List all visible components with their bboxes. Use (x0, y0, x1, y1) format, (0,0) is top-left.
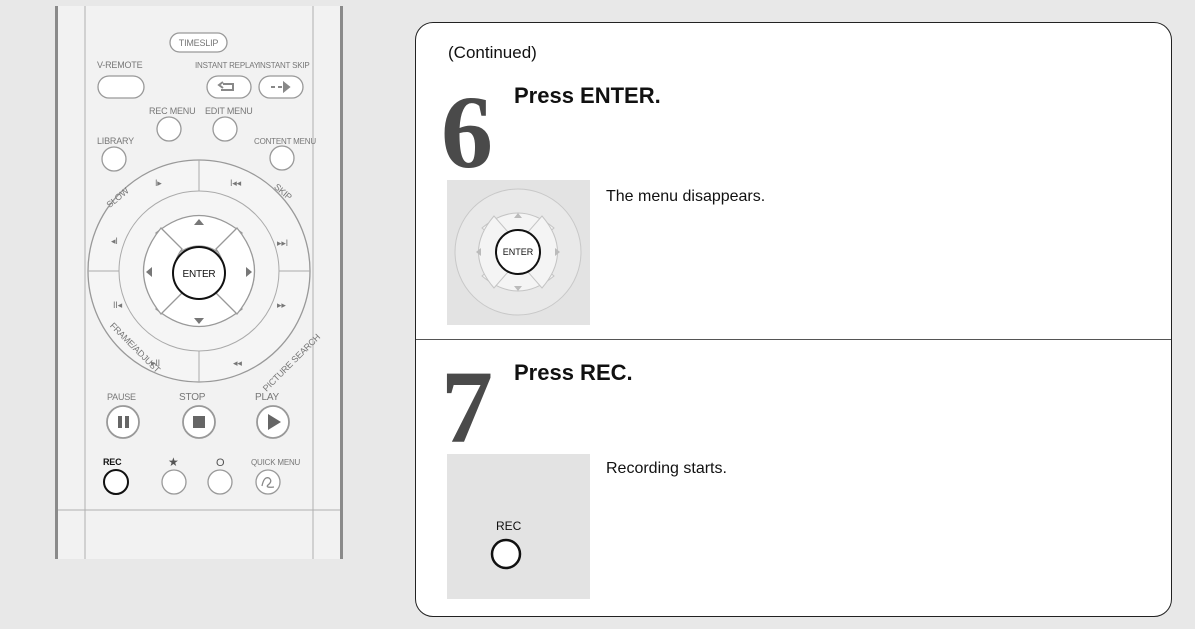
instruction-panel: (Continued) 6 Press ENTER. ENTER The men… (415, 22, 1172, 617)
step-text: Recording starts. (606, 460, 727, 477)
library-label: LIBRARY (97, 136, 134, 146)
stop-label: STOP (179, 392, 206, 403)
rec-menu-button[interactable] (156, 116, 182, 142)
enter-thumbnail: ENTER (447, 180, 590, 325)
play-button[interactable] (256, 405, 290, 439)
circle-label: O (216, 457, 225, 469)
enter-button[interactable]: ENTER (172, 246, 226, 300)
rec-button-label: REC (496, 519, 522, 533)
v-remote-label: V-REMOTE (97, 60, 143, 70)
step-divider (416, 339, 1171, 340)
rec-thumbnail: REC (447, 454, 590, 599)
pause-button[interactable] (106, 405, 140, 439)
search-forward-icon: ▸▸ (277, 300, 286, 310)
instant-replay-label: INSTANT REPLAY (195, 61, 260, 70)
quick-menu-label: QUICK MENU (251, 458, 301, 467)
star-button[interactable] (161, 469, 187, 495)
timeslip-button[interactable]: TIMESLIP (169, 32, 228, 53)
star-icon: ★ (168, 455, 179, 469)
rec-button-icon (490, 538, 522, 570)
svg-text:ENTER: ENTER (183, 269, 216, 280)
pause-icon (118, 416, 122, 428)
rec-label: REC (103, 457, 122, 467)
v-remote-button[interactable] (97, 75, 145, 99)
stop-icon (193, 416, 205, 428)
pause-label: PAUSE (107, 392, 136, 402)
library-button[interactable] (101, 146, 127, 172)
slow-forward-icon: I▸ (155, 178, 162, 188)
instant-skip-button[interactable] (258, 75, 304, 99)
step-number: 7 (441, 350, 493, 465)
content-menu-button[interactable] (269, 145, 295, 171)
instant-replay-button[interactable] (206, 75, 252, 99)
step-text: The menu disappears. (606, 188, 766, 205)
play-label: PLAY (255, 392, 280, 403)
circle-button[interactable] (207, 469, 233, 495)
frame-back-icon: II◂ (113, 300, 123, 310)
instant-skip-label: INSTANT SKIP (258, 61, 310, 70)
search-back-icon: ◂◂ (233, 358, 242, 368)
slow-reverse-icon: ◂I (111, 236, 118, 246)
step-title: Press ENTER. (514, 83, 661, 108)
rec-menu-label: REC MENU (149, 106, 195, 116)
remote-control-illustration: TIMESLIP V-REMOTE INSTANT REPLAY INSTANT… (55, 6, 343, 559)
enter-button-label: ENTER (503, 247, 534, 257)
step-title: Press REC. (514, 360, 633, 385)
skip-back-icon: I◂◂ (230, 178, 242, 188)
skip-forward-ring-icon: ▸▸I (277, 238, 288, 248)
edit-menu-button[interactable] (212, 116, 238, 142)
step-number: 6 (441, 75, 493, 190)
rec-button[interactable] (103, 469, 129, 495)
stop-button[interactable] (182, 405, 216, 439)
continued-label: (Continued) (448, 43, 537, 62)
edit-menu-label: EDIT MENU (205, 106, 253, 116)
content-menu-label: CONTENT MENU (254, 137, 316, 146)
quick-menu-button[interactable] (255, 469, 281, 495)
svg-text:TIMESLIP: TIMESLIP (179, 38, 219, 48)
